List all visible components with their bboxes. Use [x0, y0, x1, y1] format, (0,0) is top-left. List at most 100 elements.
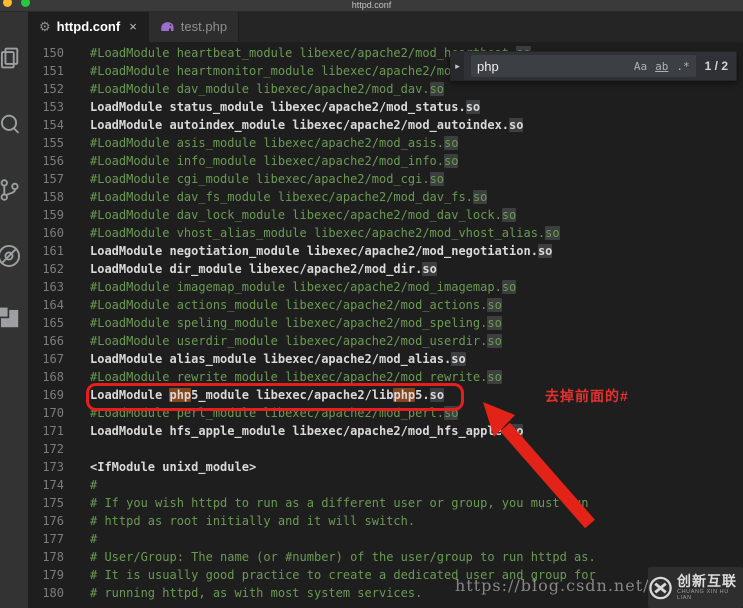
line-number: 163 — [42, 280, 64, 294]
code-text: LoadModule status_module libexec/apache2… — [90, 100, 481, 114]
code-line[interactable]: 175 # If you wish httpd to run as a diffe… — [28, 494, 743, 512]
line-number: 179 — [42, 568, 64, 582]
find-query-text[interactable]: php — [477, 59, 626, 74]
logo-title: 创新互联 — [677, 573, 738, 589]
watermark-logo: 创新互联 CHUANG XIN HU LIAN — [648, 567, 743, 608]
match-case-toggle[interactable]: Aa — [634, 60, 647, 73]
code-text: #LoadModule dav_fs_module libexec/apache… — [90, 190, 488, 204]
activity-bar — [0, 11, 28, 608]
code-line[interactable]: 159 #LoadModule dav_lock_module libexec/a… — [28, 206, 743, 224]
tab-label: test.php — [180, 19, 228, 34]
files-icon[interactable] — [0, 45, 22, 71]
code-line[interactable]: 163 #LoadModule imagemap_module libexec/a… — [28, 278, 743, 296]
line-number: 150 — [42, 46, 64, 60]
whole-word-toggle[interactable]: ab — [655, 60, 668, 73]
annotation-note: 去掉前面的# — [545, 388, 629, 404]
code-line[interactable]: 153 LoadModule status_module libexec/apac… — [28, 98, 743, 116]
code-text: #LoadModule vhost_alias_module libexec/a… — [90, 226, 560, 240]
code-line[interactable]: 155 #LoadModule asis_module libexec/apach… — [28, 134, 743, 152]
extensions-icon[interactable] — [0, 305, 22, 331]
code-text: LoadModule hfs_apple_module libexec/apac… — [90, 424, 524, 438]
code-line[interactable]: 173 <IfModule unixd_module> — [28, 458, 743, 476]
line-number: 175 — [42, 496, 64, 510]
line-number: 170 — [42, 406, 64, 420]
line-number: 167 — [42, 352, 64, 366]
tab-httpd-conf[interactable]: ⚙ httpd.conf × — [28, 11, 149, 42]
source-control-icon[interactable] — [0, 177, 22, 203]
find-input[interactable]: php Aa ab .* — [471, 55, 696, 77]
line-number: 165 — [42, 316, 64, 330]
code-line[interactable]: 167 LoadModule alias_module libexec/apach… — [28, 350, 743, 368]
code-line[interactable]: 158 #LoadModule dav_fs_module libexec/apa… — [28, 188, 743, 206]
line-number: 151 — [42, 64, 64, 78]
code-text: #LoadModule cgi_module libexec/apache2/m… — [90, 172, 445, 186]
code-text: #LoadModule perl_module libexec/apache2/… — [90, 406, 459, 420]
php-icon — [160, 20, 175, 33]
code-editor[interactable]: 150 #LoadModule heartbeat_module libexec/… — [28, 42, 743, 608]
regex-toggle[interactable]: .* — [676, 60, 689, 73]
code-line[interactable]: 177 # — [28, 530, 743, 548]
code-text: # — [90, 478, 98, 492]
circle-x-logo-icon — [649, 576, 672, 599]
line-number: 156 — [42, 154, 64, 168]
search-icon[interactable] — [0, 111, 22, 137]
find-widget: ▸ php Aa ab .* 1 / 2 — [450, 51, 737, 81]
line-number: 157 — [42, 172, 64, 186]
code-lines-container: 150 #LoadModule heartbeat_module libexec/… — [28, 44, 743, 602]
close-icon[interactable]: × — [129, 19, 137, 34]
code-line[interactable]: 156 #LoadModule info_module libexec/apach… — [28, 152, 743, 170]
code-line[interactable]: 165 #LoadModule speling_module libexec/ap… — [28, 314, 743, 332]
line-number: 152 — [42, 82, 64, 96]
code-text: # httpd as root initially and it will sw… — [90, 514, 416, 528]
title-bar: httpd.conf — [0, 0, 743, 12]
line-number: 153 — [42, 100, 64, 114]
code-text: #LoadModule imagemap_module libexec/apac… — [90, 280, 517, 294]
watermark-url: https://blog.csdn.net/ — [455, 576, 650, 595]
tab-bar: ⚙ httpd.conf × test.php — [28, 11, 743, 42]
code-line[interactable]: 174 # — [28, 476, 743, 494]
line-number: 159 — [42, 208, 64, 222]
code-text: LoadModule php5_module libexec/apache2/l… — [90, 388, 445, 402]
code-text: #LoadModule dav_module libexec/apache2/m… — [90, 82, 445, 96]
code-line[interactable]: 154 LoadModule autoindex_module libexec/a… — [28, 116, 743, 134]
line-number: 155 — [42, 136, 64, 150]
code-line[interactable]: 152 #LoadModule dav_module libexec/apache… — [28, 80, 743, 98]
code-line[interactable]: 166 #LoadModule userdir_module libexec/ap… — [28, 332, 743, 350]
line-number: 180 — [42, 586, 64, 600]
logo-subtitle: CHUANG XIN HU LIAN — [677, 589, 729, 601]
debug-icon[interactable] — [0, 243, 22, 269]
gear-icon: ⚙ — [39, 18, 51, 34]
code-line[interactable]: 162 LoadModule dir_module libexec/apache2… — [28, 260, 743, 278]
code-line[interactable]: 172 — [28, 440, 743, 458]
line-number: 162 — [42, 262, 64, 276]
code-line[interactable]: 170 #LoadModule perl_module libexec/apach… — [28, 404, 743, 422]
code-line[interactable]: 176 # httpd as root initially and it will… — [28, 512, 743, 530]
code-text: LoadModule negotiation_module libexec/ap… — [90, 244, 553, 258]
line-number: 161 — [42, 244, 64, 258]
line-number: 166 — [42, 334, 64, 348]
code-line[interactable]: 160 #LoadModule vhost_alias_module libexe… — [28, 224, 743, 242]
code-text: # — [90, 532, 98, 546]
code-line[interactable]: 178 # User/Group: The name (or #number) o… — [28, 548, 743, 566]
code-line[interactable]: 161 LoadModule negotiation_module libexec… — [28, 242, 743, 260]
code-text: LoadModule dir_module libexec/apache2/mo… — [90, 262, 437, 276]
find-results-count: 1 / 2 — [704, 59, 728, 73]
code-line[interactable]: 171 LoadModule hfs_apple_module libexec/a… — [28, 422, 743, 440]
code-line[interactable]: 157 #LoadModule cgi_module libexec/apache… — [28, 170, 743, 188]
code-text: # User/Group: The name (or #number) of t… — [90, 550, 596, 564]
code-line[interactable]: 168 #LoadModule rewrite_module libexec/ap… — [28, 368, 743, 386]
code-text: #LoadModule rewrite_module libexec/apach… — [90, 370, 502, 384]
code-text: #LoadModule userdir_module libexec/apach… — [90, 334, 502, 348]
find-collapse-toggle[interactable]: ▸ — [451, 52, 464, 80]
code-text: # running httpd, as with most system ser… — [90, 586, 423, 600]
code-line[interactable]: 169 LoadModule php5_module libexec/apache… — [28, 386, 743, 404]
tab-label: httpd.conf — [56, 19, 121, 34]
code-line[interactable]: 164 #LoadModule actions_module libexec/ap… — [28, 296, 743, 314]
code-text: #LoadModule actions_module libexec/apach… — [90, 298, 502, 312]
line-number: 174 — [42, 478, 64, 492]
line-number: 177 — [42, 532, 64, 546]
line-number: 158 — [42, 190, 64, 204]
tab-test-php[interactable]: test.php — [148, 11, 240, 42]
window-title: httpd.conf — [351, 0, 392, 10]
code-text: #LoadModule asis_module libexec/apache2/… — [90, 136, 459, 150]
